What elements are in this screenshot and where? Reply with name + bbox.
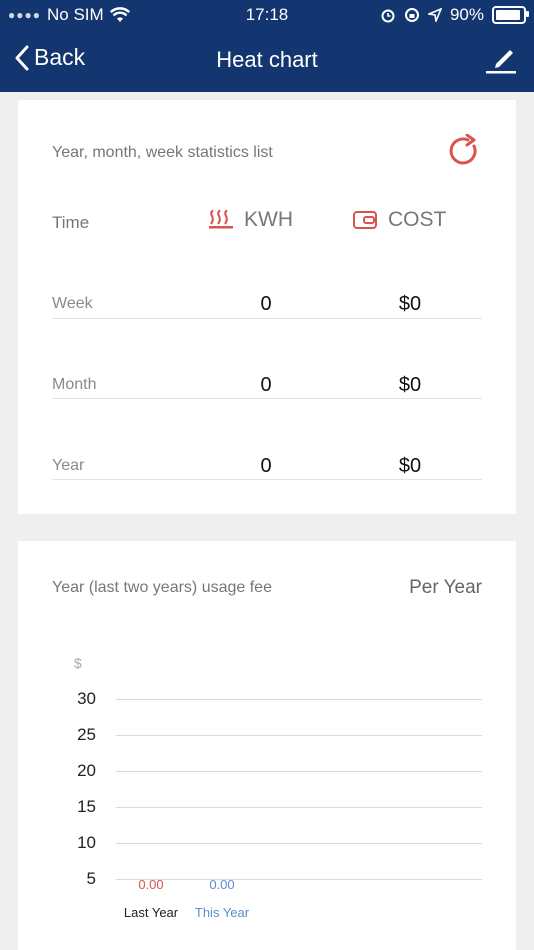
cost-header: COST <box>352 208 446 232</box>
period-selector[interactable]: Per Year <box>409 577 482 599</box>
wallet-icon <box>353 211 377 229</box>
row-week-label: Week <box>52 295 93 312</box>
gridline <box>116 843 482 844</box>
row-month-cost: $0 <box>398 374 422 396</box>
x-category-label: Last Year <box>123 905 179 920</box>
y-tick-label: 25 <box>77 725 96 744</box>
time-header: Time <box>52 213 90 232</box>
y-tick-label: 30 <box>77 689 96 708</box>
heat-icon <box>209 210 233 229</box>
navigation-bar: Back Heat chart <box>0 30 534 92</box>
gridline <box>116 735 482 736</box>
page-title: Heat chart <box>216 47 318 72</box>
kwh-header: KWH <box>208 208 293 232</box>
statistics-title: Year, month, week statistics list <box>52 144 273 161</box>
divider <box>52 398 482 399</box>
row-year-label: Year <box>52 457 85 474</box>
row-week-cost: $0 <box>398 293 422 315</box>
alarm-icon <box>381 9 395 23</box>
row-week-kwh: 0 <box>260 293 272 315</box>
gridline <box>116 807 482 808</box>
y-tick-label: 15 <box>77 797 96 816</box>
y-tick-label: 5 <box>86 869 96 888</box>
gridline <box>116 771 482 772</box>
row-year-cost: $0 <box>398 455 422 477</box>
gridline <box>116 699 482 700</box>
location-icon <box>427 8 442 22</box>
cost-label: COST <box>388 208 447 231</box>
row-year-kwh: 0 <box>260 455 272 477</box>
usage-chart-card: Year (last two years) usage fee Per Year… <box>18 541 516 950</box>
usage-title: Year (last two years) usage fee <box>52 579 272 596</box>
battery-percent: 90% <box>449 5 484 24</box>
divider <box>52 479 482 480</box>
row-month-label: Month <box>52 376 97 393</box>
divider <box>52 318 482 319</box>
refresh-icon[interactable] <box>448 134 482 168</box>
y-tick-label: 20 <box>77 761 96 780</box>
x-category-label: This Year <box>194 905 250 920</box>
bar-value-label: 0.00 <box>209 877 235 892</box>
kwh-label: KWH <box>244 208 293 231</box>
orientation-lock-icon <box>404 8 419 22</box>
bar-value-label: 0.00 <box>138 877 164 892</box>
status-bar: ●●●● No SIM 17:18 90% <box>0 0 534 30</box>
y-tick-label: 10 <box>77 833 96 852</box>
app-header: ●●●● No SIM 17:18 90% Back Heat chart <box>0 0 534 92</box>
statistics-card: Year, month, week statistics list Time K… <box>18 100 516 514</box>
y-unit-label: $ <box>74 655 82 671</box>
battery-icon <box>492 6 529 24</box>
edit-icon[interactable] <box>484 42 518 76</box>
row-month-kwh: 0 <box>260 374 272 396</box>
